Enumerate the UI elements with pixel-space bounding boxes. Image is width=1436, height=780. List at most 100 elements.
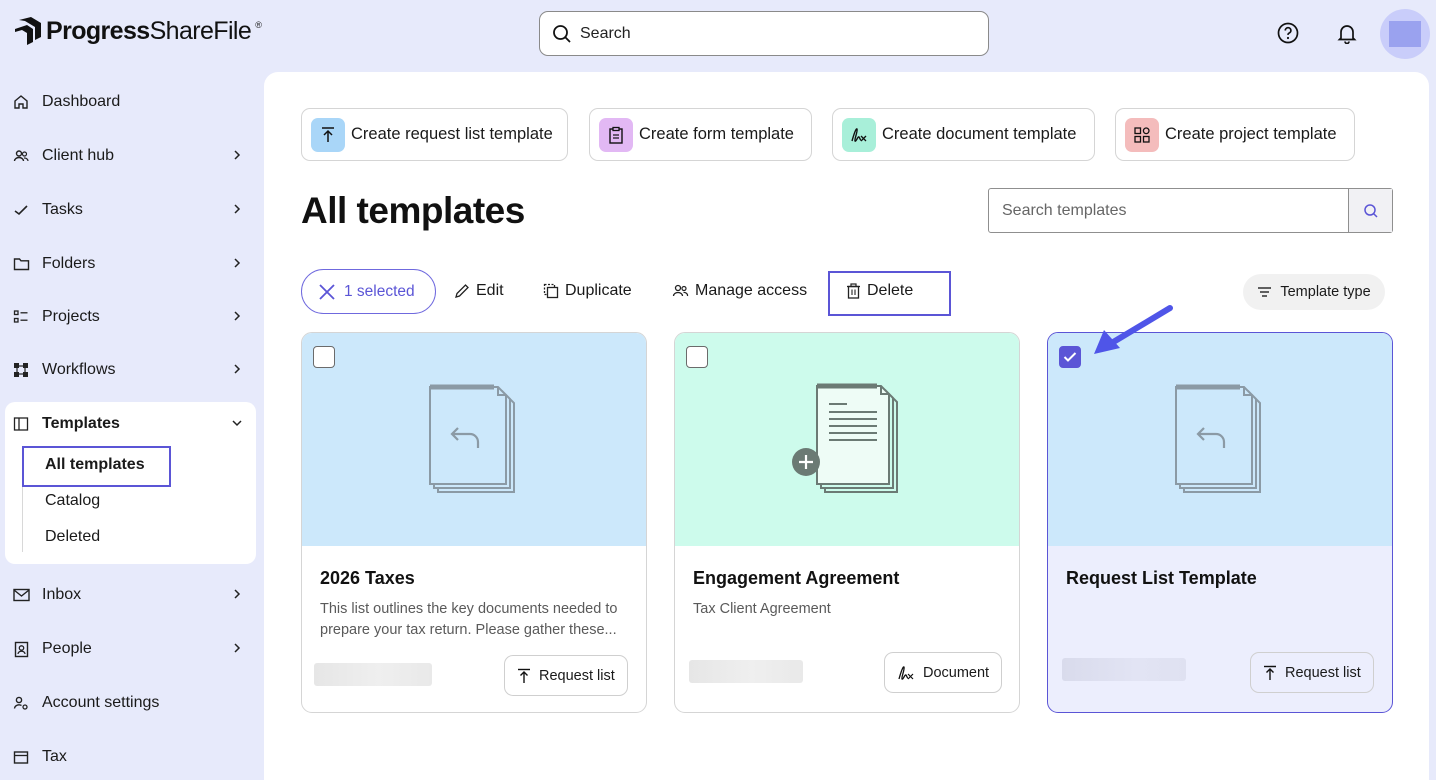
- chevron-right-icon: [234, 643, 241, 653]
- card-checkbox[interactable]: [686, 346, 708, 368]
- signature-icon: [851, 127, 867, 142]
- card-title: 2026 Taxes: [320, 568, 415, 588]
- create-project-template-button[interactable]: Create project template: [1115, 108, 1355, 161]
- button-label: Create form template: [639, 125, 794, 143]
- sidebar-item-tasks[interactable]: Tasks: [12, 195, 252, 225]
- clear-selection-button[interactable]: 1 selected: [301, 269, 436, 314]
- create-request-list-template-button[interactable]: Create request list template: [301, 108, 568, 161]
- card-type-label: Request list: [539, 667, 615, 684]
- sidebar-item-label: Projects: [42, 308, 100, 325]
- highlight-all-templates: [22, 446, 171, 487]
- duplicate-button[interactable]: Duplicate: [543, 282, 632, 300]
- app-logo[interactable]: ProgressShareFile ®: [14, 16, 262, 46]
- sidebar-item-workflows[interactable]: Workflows: [12, 355, 252, 385]
- close-icon: [319, 283, 335, 300]
- user-avatar[interactable]: [1380, 9, 1430, 59]
- sidebar-item-tax[interactable]: Tax: [12, 742, 252, 772]
- progress-logo-icon: [15, 17, 41, 45]
- document-illustration-icon: [792, 383, 898, 493]
- projects-icon: [13, 310, 28, 323]
- clipboard-icon: [609, 126, 623, 144]
- create-icon-box: [842, 117, 876, 152]
- contact-card-icon: [14, 641, 28, 657]
- card-type-badge[interactable]: Request list: [1250, 652, 1374, 693]
- create-document-template-button[interactable]: Create document template: [832, 108, 1095, 161]
- card-type-label: Document: [923, 664, 990, 681]
- checkmark-icon: [1063, 352, 1077, 362]
- sidebar-item-people[interactable]: People: [12, 634, 252, 664]
- chevron-right-icon: [234, 364, 241, 374]
- people-icon: [672, 284, 689, 297]
- sidebar-subitem-deleted[interactable]: Deleted: [45, 528, 100, 546]
- help-button[interactable]: [1276, 21, 1300, 45]
- template-type-filter[interactable]: Template type: [1243, 274, 1385, 310]
- sidebar: Dashboard Client hub Tasks Folders Proje…: [0, 72, 264, 780]
- sidebar-item-label: Account settings: [42, 694, 160, 711]
- button-label: Duplicate: [565, 282, 632, 299]
- button-label: Template type: [1280, 284, 1371, 300]
- chevron-right-icon: [234, 589, 241, 599]
- create-icon-box: [599, 117, 633, 152]
- checkmark-icon: [14, 205, 28, 216]
- sidebar-item-label: Templates: [42, 415, 120, 432]
- card-thumbnail: [302, 333, 646, 546]
- sidebar-subitem-catalog[interactable]: Catalog: [45, 492, 100, 510]
- button-label: Manage access: [695, 282, 808, 299]
- request-list-illustration-icon: [1175, 384, 1261, 493]
- card-description: Tax Client Agreement: [693, 601, 831, 617]
- chevron-right-icon: [234, 150, 241, 160]
- button-label: Edit: [476, 282, 504, 299]
- notifications-button[interactable]: [1335, 21, 1359, 45]
- create-icon-box: [1125, 117, 1159, 152]
- sidebar-item-folders[interactable]: Folders: [12, 249, 252, 279]
- sidebar-item-label: Folders: [42, 255, 96, 272]
- sidebar-item-label: Dashboard: [42, 93, 121, 110]
- upload-icon: [322, 126, 334, 142]
- create-form-template-button[interactable]: Create form template: [589, 108, 812, 161]
- card-type-badge[interactable]: Request list: [504, 655, 628, 696]
- card-meta-blurred: [314, 663, 432, 686]
- card-meta-blurred: [689, 660, 803, 683]
- global-search[interactable]: Search: [539, 11, 989, 56]
- request-list-illustration-icon: [429, 384, 515, 493]
- sidebar-item-label: Client hub: [42, 147, 115, 164]
- trademark-mark: ®: [255, 20, 262, 30]
- mail-icon: [12, 588, 30, 602]
- card-title: Request List Template: [1066, 568, 1257, 588]
- button-label: Create project template: [1165, 125, 1337, 143]
- create-icon-box: [311, 117, 345, 152]
- manage-access-button[interactable]: Manage access: [672, 282, 807, 300]
- bell-icon: [1337, 25, 1357, 44]
- template-card[interactable]: Request List Template Request list: [1047, 332, 1393, 713]
- help-circle-icon: [1277, 22, 1299, 44]
- signature-icon: [898, 665, 914, 680]
- home-icon: [14, 95, 28, 109]
- card-title: Engagement Agreement: [693, 568, 900, 588]
- sidebar-item-dashboard[interactable]: Dashboard: [12, 87, 252, 117]
- selected-count: 1 selected: [344, 282, 415, 300]
- card-meta-blurred: [1062, 658, 1186, 681]
- sidebar-item-inbox[interactable]: Inbox: [12, 580, 252, 610]
- chevron-right-icon: [234, 258, 241, 268]
- sidebar-item-account-settings[interactable]: Account settings: [12, 688, 252, 718]
- card-type-badge[interactable]: Document: [884, 652, 1003, 693]
- card-thumbnail: [675, 333, 1019, 546]
- sidebar-item-label: People: [42, 640, 92, 657]
- sidebar-item-client-hub[interactable]: Client hub: [12, 141, 252, 171]
- global-search-placeholder: Search: [580, 24, 631, 42]
- duplicate-icon: [543, 283, 559, 299]
- tax-icon: [13, 751, 29, 764]
- sidebar-item-label: Inbox: [42, 586, 82, 603]
- card-checkbox[interactable]: [313, 346, 335, 368]
- template-card[interactable]: 2026 Taxes This list outlines the key do…: [301, 332, 647, 713]
- edit-button[interactable]: Edit: [454, 282, 504, 300]
- card-checkbox-checked[interactable]: [1059, 346, 1081, 368]
- sidebar-item-templates[interactable]: Templates: [12, 409, 252, 439]
- template-card[interactable]: Engagement Agreement Tax Client Agreemen…: [674, 332, 1020, 713]
- search-templates-button[interactable]: [1348, 189, 1392, 232]
- search-templates-input[interactable]: Search templates: [989, 189, 1348, 232]
- filter-icon: [1258, 287, 1272, 297]
- sidebar-item-projects[interactable]: Projects: [12, 302, 252, 332]
- main-panel: Create request list template Create form…: [264, 72, 1429, 780]
- search-templates: Search templates: [988, 188, 1393, 233]
